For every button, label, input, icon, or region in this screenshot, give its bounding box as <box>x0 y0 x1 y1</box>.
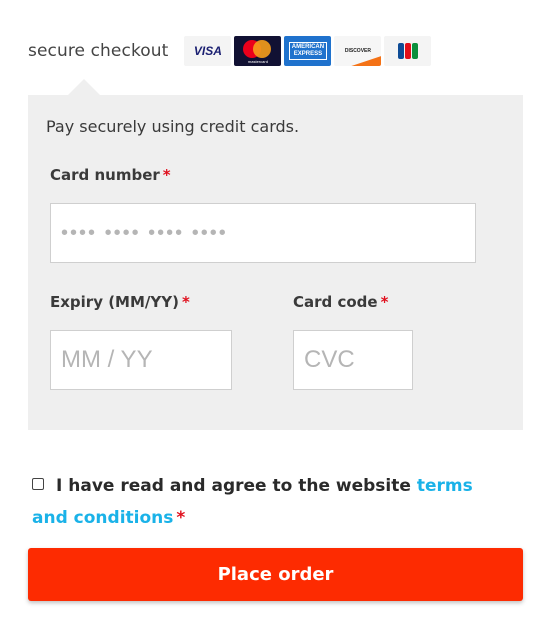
card-code-label: Card code * <box>293 293 389 311</box>
panel-notch <box>68 79 100 95</box>
jcb-icon <box>384 36 432 66</box>
accepted-cards: VISA mastercard AMERICAN EXPRESS DISCOVER <box>184 36 432 66</box>
card-code-placeholder: CVC <box>304 346 355 373</box>
required-marker: * <box>162 166 171 184</box>
checkout-header: secure checkout VISA mastercard AMERICAN… <box>28 36 432 66</box>
card-number-input[interactable]: •••• •••• •••• •••• <box>50 203 476 263</box>
terms-checkbox[interactable] <box>32 478 44 490</box>
card-number-placeholder: •••• •••• •••• •••• <box>61 221 228 244</box>
credit-card-panel: Pay securely using credit cards. Card nu… <box>28 95 523 430</box>
card-number-label: Card number * <box>50 166 171 184</box>
place-order-button[interactable]: Place order <box>28 548 523 601</box>
expiry-input[interactable]: MM / YY <box>50 330 232 390</box>
discover-icon: DISCOVER <box>334 36 382 66</box>
required-marker: * <box>380 293 389 311</box>
required-marker: * <box>181 293 190 311</box>
amex-icon: AMERICAN EXPRESS <box>284 36 332 66</box>
required-marker: * <box>176 508 186 528</box>
expiry-label: Expiry (MM/YY) * <box>50 293 190 311</box>
mastercard-icon: mastercard <box>234 36 282 66</box>
terms-text: I have read and agree to the website <box>56 476 417 496</box>
payment-description: Pay securely using credit cards. <box>46 117 300 136</box>
expiry-placeholder: MM / YY <box>61 346 153 373</box>
terms-agreement: I have read and agree to the website ter… <box>32 470 502 534</box>
visa-icon: VISA <box>184 36 232 66</box>
card-code-input[interactable]: CVC <box>293 330 413 390</box>
secure-checkout-label: secure checkout <box>28 41 169 61</box>
